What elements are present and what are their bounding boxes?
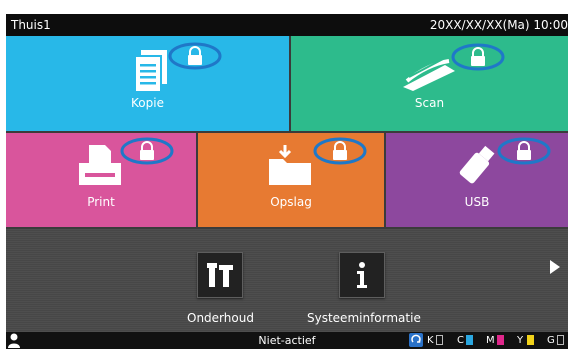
tools-panel: Onderhoud Systeeminformatie [6, 229, 568, 332]
tile-label: Opslag [270, 195, 312, 209]
onderhoud-button[interactable] [197, 252, 243, 298]
ink-letter-m: M [486, 335, 495, 346]
ink-letter-y: Y [517, 335, 524, 346]
ink-level-y [527, 335, 534, 345]
ink-level-k [436, 335, 443, 345]
tile-print[interactable]: Print [6, 133, 196, 227]
lock-icon [313, 137, 367, 165]
info-icon [357, 262, 367, 288]
onderhoud-label: Onderhoud [187, 311, 254, 325]
ink-level-c [466, 335, 473, 345]
systeeminformatie-label: Systeeminformatie [307, 311, 421, 325]
tile-kopie[interactable]: Kopie [6, 36, 289, 131]
status-text: Niet-actief [258, 334, 316, 347]
tile-usb[interactable]: USB [386, 133, 568, 227]
tile-scan[interactable]: Scan [291, 36, 568, 131]
printer-icon [75, 143, 125, 192]
ink-letter-k: K [427, 335, 434, 346]
tile-label: Kopie [131, 96, 164, 110]
systeeminformatie-button[interactable] [339, 252, 385, 298]
next-page-arrow[interactable] [549, 259, 561, 279]
ink-refresh-icon[interactable] [409, 333, 423, 347]
lock-icon [451, 43, 505, 71]
ink-level-m [497, 335, 504, 345]
folder-icon [265, 143, 317, 192]
lock-icon [120, 137, 174, 165]
ink-letter-c: C [457, 335, 464, 346]
tile-label: USB [464, 195, 490, 209]
document-icon [131, 48, 171, 99]
chevron-right-icon [550, 260, 560, 274]
date-time: 20XX/XX/XX(Ma) 10:00 [429, 18, 568, 32]
lock-icon [497, 137, 551, 165]
usb-icon [454, 143, 500, 190]
tile-label: Scan [414, 96, 445, 110]
tile-label: Print [87, 195, 115, 209]
ink-letter-g: G [547, 335, 555, 346]
ink-level-g [557, 335, 564, 345]
home-screen: Thuis1 20XX/XX/XX(Ma) 10:00 Kopie Scan P… [6, 14, 568, 349]
tile-opslag[interactable]: Opslag [198, 133, 384, 227]
tools-icon [207, 263, 233, 287]
home-title: Thuis1 [11, 18, 51, 32]
lock-icon [168, 42, 222, 70]
status-bar: Niet-actief K C M Y G [6, 332, 568, 349]
title-bar: Thuis1 20XX/XX/XX(Ma) 10:00 [6, 14, 568, 36]
